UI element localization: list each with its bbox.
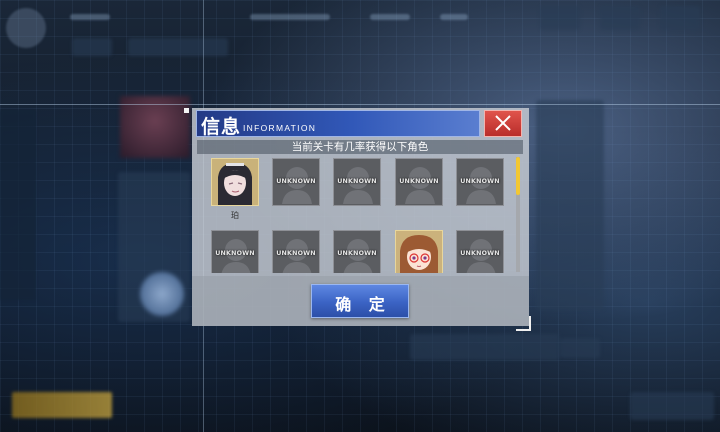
background-block <box>560 338 600 358</box>
background-panel <box>536 100 604 310</box>
background-gold-button <box>12 392 112 418</box>
background-block <box>660 6 700 30</box>
background-block <box>72 38 112 56</box>
character-name: 珀 <box>231 211 239 220</box>
background-bar <box>70 14 110 20</box>
close-button[interactable] <box>484 110 522 137</box>
unknown-character-card[interactable]: UNKNOWN <box>456 158 504 206</box>
background-block <box>540 6 580 30</box>
unknown-label: UNKNOWN <box>460 250 500 257</box>
dialog-title: 信息 <box>201 116 242 138</box>
unknown-label: UNKNOWN <box>215 250 255 257</box>
dialog-subtitle: 当前关卡有几率获得以下角色 <box>291 141 429 153</box>
background-bar <box>250 14 330 20</box>
unknown-character-card[interactable]: UNKNOWN <box>211 230 259 273</box>
background-bar <box>440 14 468 20</box>
dialog-title-en: INFORMATION <box>243 123 317 133</box>
character-list[interactable]: 珀 UNKNOWN UNKNOWN UNKNOWN UNKNOWN UNKNOWN UNKN… <box>203 157 515 273</box>
unknown-label: UNKNOWN <box>460 178 500 185</box>
background-sidebar <box>0 110 36 300</box>
background-block <box>128 38 228 56</box>
character-portrait-icon <box>212 159 258 205</box>
unknown-character-card[interactable]: UNKNOWN <box>456 230 504 273</box>
unknown-character-card[interactable]: UNKNOWN <box>395 158 443 206</box>
scroll-thumb[interactable] <box>516 157 520 195</box>
close-icon <box>495 115 511 131</box>
confirm-button[interactable]: 确 定 <box>311 284 409 318</box>
dialog-header: 信息 INFORMATION <box>196 110 480 138</box>
back-arrow-icon <box>6 8 46 48</box>
character-card[interactable] <box>395 230 443 273</box>
character-portrait-icon <box>396 231 442 273</box>
unknown-character-card[interactable]: UNKNOWN <box>272 158 320 206</box>
background-block <box>600 6 640 30</box>
character-card[interactable] <box>211 158 259 206</box>
unknown-label: UNKNOWN <box>276 250 316 257</box>
scrollbar[interactable] <box>516 157 520 272</box>
unknown-character-card[interactable]: UNKNOWN <box>333 158 381 206</box>
background-block <box>410 334 560 360</box>
corner-tick <box>184 108 189 113</box>
unknown-label: UNKNOWN <box>337 178 377 185</box>
unknown-label: UNKNOWN <box>276 178 316 185</box>
guide-line-horizontal <box>0 104 720 105</box>
unknown-label: UNKNOWN <box>337 250 377 257</box>
unknown-character-card[interactable]: UNKNOWN <box>272 230 320 273</box>
background-block <box>630 392 714 420</box>
background-orb <box>140 272 184 316</box>
background-bar <box>370 14 410 20</box>
unknown-label: UNKNOWN <box>399 178 439 185</box>
unknown-character-card[interactable]: UNKNOWN <box>333 230 381 273</box>
background-portrait <box>120 96 190 158</box>
confirm-label: 确 定 <box>335 295 391 314</box>
